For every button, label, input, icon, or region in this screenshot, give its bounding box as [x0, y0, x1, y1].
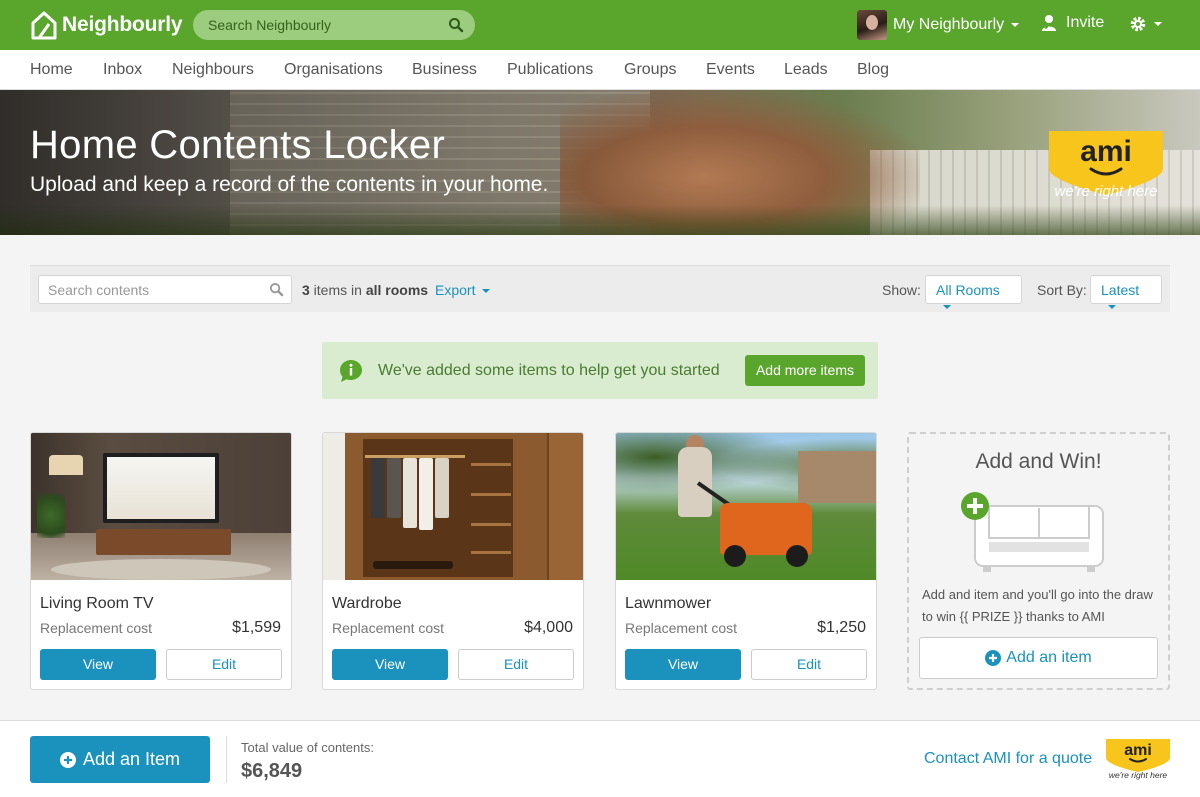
edit-button[interactable]: Edit — [166, 649, 282, 680]
add-an-item-button[interactable]: Add an item — [919, 637, 1158, 679]
page-subtitle: Upload and keep a record of the contents… — [30, 173, 549, 196]
user-menu-label: My Neighbourly — [893, 16, 1005, 33]
search-icon[interactable] — [269, 282, 284, 297]
nav-publications[interactable]: Publications — [507, 61, 593, 79]
total-value-label: Total value of contents: — [241, 740, 374, 755]
contents-search-input[interactable] — [39, 276, 259, 303]
ami-badge-logo: ami we're right here — [1049, 131, 1163, 200]
svg-text:we're right here: we're right here — [1055, 183, 1158, 200]
svg-text:we're right here: we're right here — [1109, 770, 1168, 780]
edit-button[interactable]: Edit — [458, 649, 574, 680]
nav-organisations[interactable]: Organisations — [284, 61, 383, 79]
contents-search — [38, 275, 292, 304]
nav-blog[interactable]: Blog — [857, 61, 889, 79]
caret-down-icon — [482, 289, 491, 294]
global-search-input[interactable] — [193, 10, 433, 40]
global-search — [193, 10, 475, 40]
item-name: Lawnmower — [625, 595, 712, 612]
getting-started-notice: We've added some items to help get you s… — [322, 342, 878, 399]
caret-down-icon — [1154, 22, 1162, 26]
item-image-tv — [31, 433, 291, 580]
item-price: $1,599 — [232, 619, 281, 636]
caret-down-icon — [943, 305, 951, 310]
view-button[interactable]: View — [40, 649, 156, 680]
invite-label: Invite — [1066, 14, 1105, 31]
item-card-lawnmower: Lawnmower Replacement cost $1,250 View E… — [615, 432, 877, 690]
app-name: Neighbourly — [62, 13, 183, 36]
add-and-win-card: Add and Win! Add and item and you'll go … — [907, 432, 1170, 690]
item-price: $4,000 — [524, 619, 573, 636]
hero-banner: Home Contents Locker Upload and keep a r… — [0, 90, 1200, 235]
info-icon — [340, 360, 362, 382]
item-card-living-room-tv: Living Room TV Replacement cost $1,599 V… — [30, 432, 292, 690]
house-logo-icon — [31, 11, 57, 40]
contents-toolbar: 3 items in all rooms Export Show: All Ro… — [30, 265, 1170, 312]
nav-groups[interactable]: Groups — [624, 61, 676, 79]
page-title: Home Contents Locker — [30, 123, 446, 167]
view-button[interactable]: View — [625, 649, 741, 680]
item-name: Wardrobe — [332, 595, 402, 612]
divider — [226, 736, 227, 783]
nav-events[interactable]: Events — [706, 61, 755, 79]
item-price: $1,250 — [817, 619, 866, 636]
show-label: Show: — [882, 282, 921, 298]
item-card-wardrobe: Wardrobe Replacement cost $4,000 View Ed… — [322, 432, 584, 690]
nav-inbox[interactable]: Inbox — [103, 61, 142, 79]
user-plus-icon — [1042, 15, 1056, 31]
replacement-cost-label: Replacement cost — [625, 620, 738, 636]
item-image-wardrobe — [323, 433, 583, 580]
user-menu[interactable]: My Neighbourly — [857, 10, 1020, 40]
plus-circle-icon — [985, 650, 1002, 666]
export-dropdown[interactable]: Export — [435, 282, 491, 298]
invite-button[interactable]: Invite — [1041, 14, 1104, 32]
total-value: $6,849 — [241, 760, 303, 782]
item-image-lawnmower — [616, 433, 876, 580]
caret-down-icon — [1108, 305, 1116, 310]
notice-message: We've added some items to help get you s… — [378, 362, 720, 379]
sort-select[interactable]: Latest — [1090, 275, 1162, 310]
add-more-items-button[interactable]: Add more items — [745, 355, 865, 386]
room-filter-select[interactable]: All Rooms — [925, 275, 1022, 310]
main-nav: Home Inbox Neighbours Organisations Busi… — [0, 50, 1200, 90]
footer-bar: Add an Item Total value of contents: $6,… — [0, 720, 1200, 797]
sort-label: Sort By: — [1037, 282, 1087, 298]
replacement-cost-label: Replacement cost — [332, 620, 445, 636]
promo-text: Add and item and you'll go into the draw… — [922, 587, 1153, 624]
search-icon[interactable] — [448, 17, 464, 33]
view-button[interactable]: View — [332, 649, 448, 680]
avatar — [857, 10, 887, 40]
ami-logo: ami we're right here — [1106, 739, 1170, 780]
plus-circle-icon — [59, 751, 76, 768]
nav-neighbours[interactable]: Neighbours — [172, 61, 254, 79]
gear-icon — [1130, 16, 1146, 32]
replacement-cost-label: Replacement cost — [40, 620, 153, 636]
edit-button[interactable]: Edit — [751, 649, 867, 680]
sofa-plus-icon — [961, 492, 1104, 572]
top-bar: Neighbourly My Neighbourly Invite — [0, 0, 1200, 50]
svg-text:ami: ami — [1080, 135, 1132, 168]
svg-text:ami: ami — [1124, 742, 1152, 759]
item-name: Living Room TV — [40, 595, 154, 612]
add-item-button[interactable]: Add an Item — [30, 736, 210, 783]
nav-leads[interactable]: Leads — [784, 61, 828, 79]
caret-down-icon — [1011, 23, 1020, 27]
contact-ami-link[interactable]: Contact AMI for a quote — [924, 750, 1092, 768]
nav-business[interactable]: Business — [412, 61, 477, 79]
settings-menu[interactable] — [1129, 15, 1162, 33]
promo-title: Add and Win! — [975, 450, 1102, 473]
neighbourly-logo[interactable]: Neighbourly — [30, 9, 183, 41]
item-count: 3 items in all rooms — [302, 282, 429, 298]
nav-home[interactable]: Home — [30, 61, 73, 79]
